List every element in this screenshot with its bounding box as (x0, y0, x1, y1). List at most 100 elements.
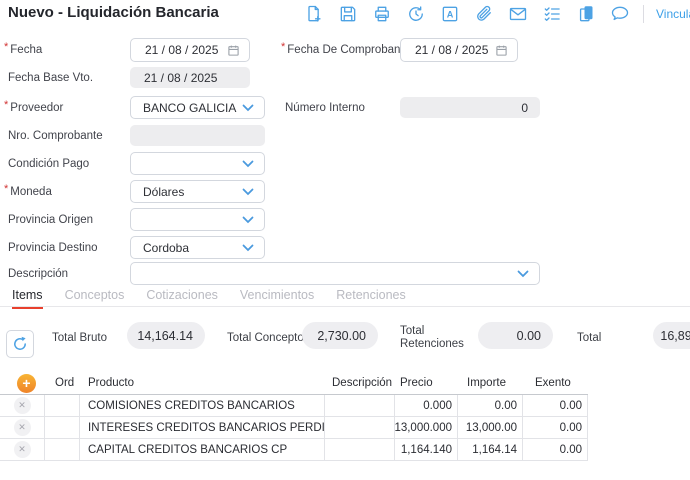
condicion-pago-select[interactable] (130, 152, 265, 175)
total-retenciones-value: 0.00 (478, 322, 553, 349)
column-header-importe: Importe (467, 372, 506, 394)
ord-cell[interactable] (45, 395, 80, 416)
total-retenciones-label: Total Retenciones (400, 325, 464, 351)
provincia-destino-select[interactable]: Cordoba (130, 236, 265, 259)
moneda-value: Dólares (131, 185, 184, 199)
chat-bubble-icon (610, 4, 630, 24)
font-a-icon: A (440, 4, 460, 24)
svg-text:A: A (447, 9, 454, 19)
chevron-down-icon (517, 270, 529, 278)
envelope-icon (508, 4, 528, 24)
precio-cell[interactable]: 1,164.140 (395, 439, 458, 460)
delete-row-button[interactable]: ✕ (14, 441, 31, 458)
comment-button[interactable] (609, 3, 631, 25)
add-row-button[interactable]: + (17, 374, 36, 393)
font-button[interactable]: A (439, 3, 461, 25)
descripcion-label: Descripción (8, 262, 68, 286)
chevron-down-icon (242, 104, 254, 112)
calendar-icon (495, 44, 508, 57)
required-asterisk: * (4, 183, 8, 195)
page-title: Nuevo - Liquidación Bancaria (8, 4, 219, 21)
importe-cell[interactable]: 1,164.14 (458, 439, 523, 460)
refresh-icon (12, 336, 28, 352)
save-icon (338, 4, 358, 24)
row-actions-cell: ✕ (0, 439, 45, 460)
exento-cell[interactable]: 0.00 (523, 439, 588, 460)
toolbar: A Vinculaciones Ap (303, 3, 690, 25)
fecha-base-vto-label: Fecha Base Vto. (8, 66, 93, 90)
required-asterisk: * (4, 41, 8, 53)
fecha-date-input[interactable]: 21 / 08 / 2025 (130, 38, 250, 62)
ord-cell[interactable] (45, 439, 80, 460)
chevron-down-icon (242, 188, 254, 196)
numero-interno-value: 0 (521, 101, 540, 115)
moneda-select[interactable]: Dólares (130, 180, 265, 203)
table-row: ✕ CAPITAL CREDITOS BANCARIOS CP 1,164.14… (0, 439, 588, 461)
total-conceptos-value: 2,730.00 (302, 322, 378, 349)
exento-cell[interactable]: 0.00 (523, 417, 588, 438)
descripcion-cell[interactable] (325, 439, 395, 460)
new-document-button[interactable] (303, 3, 325, 25)
producto-cell[interactable]: COMISIONES CREDITOS BANCARIOS (80, 395, 325, 416)
toolbar-divider (643, 5, 644, 23)
delete-row-button[interactable]: ✕ (14, 419, 31, 436)
fecha-value: 21 / 08 / 2025 (131, 43, 218, 57)
descripcion-combobox[interactable] (130, 262, 540, 285)
importe-cell[interactable]: 0.00 (458, 395, 523, 416)
importe-cell[interactable]: 13,000.00 (458, 417, 523, 438)
chevron-down-icon (242, 160, 254, 168)
vinculaciones-link[interactable]: Vinculaciones (656, 7, 690, 21)
column-header-exento: Exento (535, 372, 571, 394)
table-row: ✕ INTERESES CREDITOS BANCARIOS PERDIDOS … (0, 417, 588, 439)
fecha-label: * Fecha (4, 38, 42, 62)
producto-cell[interactable]: CAPITAL CREDITOS BANCARIOS CP (80, 439, 325, 460)
moneda-label: * Moneda (4, 180, 52, 204)
column-header-ord: Ord (55, 372, 74, 394)
checklist-button[interactable] (541, 3, 563, 25)
proveedor-value: BANCO GALICIA (131, 101, 236, 115)
descripcion-cell[interactable] (325, 395, 395, 416)
column-header-producto: Producto (88, 372, 134, 394)
fecha-base-vto-field: 21 / 08 / 2025 (130, 67, 250, 88)
precio-cell[interactable]: 0.000 (395, 395, 458, 416)
print-button[interactable] (371, 3, 393, 25)
copy-document-icon (576, 4, 596, 24)
column-header-descripcion: Descripción (332, 372, 392, 394)
copy-document-button[interactable] (575, 3, 597, 25)
attachment-button[interactable] (473, 3, 495, 25)
tabs-divider (0, 306, 690, 307)
numero-interno-field: 0 (400, 97, 540, 118)
column-header-precio: Precio (400, 372, 433, 394)
row-actions-cell: ✕ (0, 395, 45, 416)
history-icon (406, 4, 426, 24)
ord-cell[interactable] (45, 417, 80, 438)
precio-cell[interactable]: 13,000.000 (395, 417, 458, 438)
fecha-comprobante-date-input[interactable]: 21 / 08 / 2025 (400, 38, 518, 62)
table-row: ✕ COMISIONES CREDITOS BANCARIOS 0.000 0.… (0, 395, 588, 417)
condicion-pago-label: Condición Pago (8, 152, 89, 176)
fecha-comprobante-label: * Fecha De Comprobante (281, 38, 410, 62)
fecha-comprobante-value: 21 / 08 / 2025 (401, 43, 488, 57)
calendar-icon (227, 44, 240, 57)
delete-row-button[interactable]: ✕ (14, 397, 31, 414)
proveedor-select[interactable]: BANCO GALICIA (130, 96, 265, 119)
save-button[interactable] (337, 3, 359, 25)
chevron-down-icon (242, 244, 254, 252)
history-button[interactable] (405, 3, 427, 25)
print-icon (372, 4, 392, 24)
paperclip-icon (474, 4, 494, 24)
provincia-destino-label: Provincia Destino (8, 236, 97, 260)
provincia-origen-label: Provincia Origen (8, 208, 93, 232)
fecha-base-vto-value: 21 / 08 / 2025 (130, 71, 217, 85)
total-value: 16,894.14 (653, 322, 690, 349)
nro-comprobante-field (130, 125, 265, 146)
exento-cell[interactable]: 0.00 (523, 395, 588, 416)
descripcion-cell[interactable] (325, 417, 395, 438)
provincia-origen-select[interactable] (130, 208, 265, 231)
mail-button[interactable] (507, 3, 529, 25)
liquidacion-bancaria-page: Nuevo - Liquidación Bancaria A (0, 0, 690, 480)
total-label: Total (577, 332, 601, 345)
producto-cell[interactable]: INTERESES CREDITOS BANCARIOS PERDIDOS (80, 417, 325, 438)
proveedor-label: * Proveedor (4, 96, 63, 120)
refresh-totals-button[interactable] (6, 330, 34, 358)
